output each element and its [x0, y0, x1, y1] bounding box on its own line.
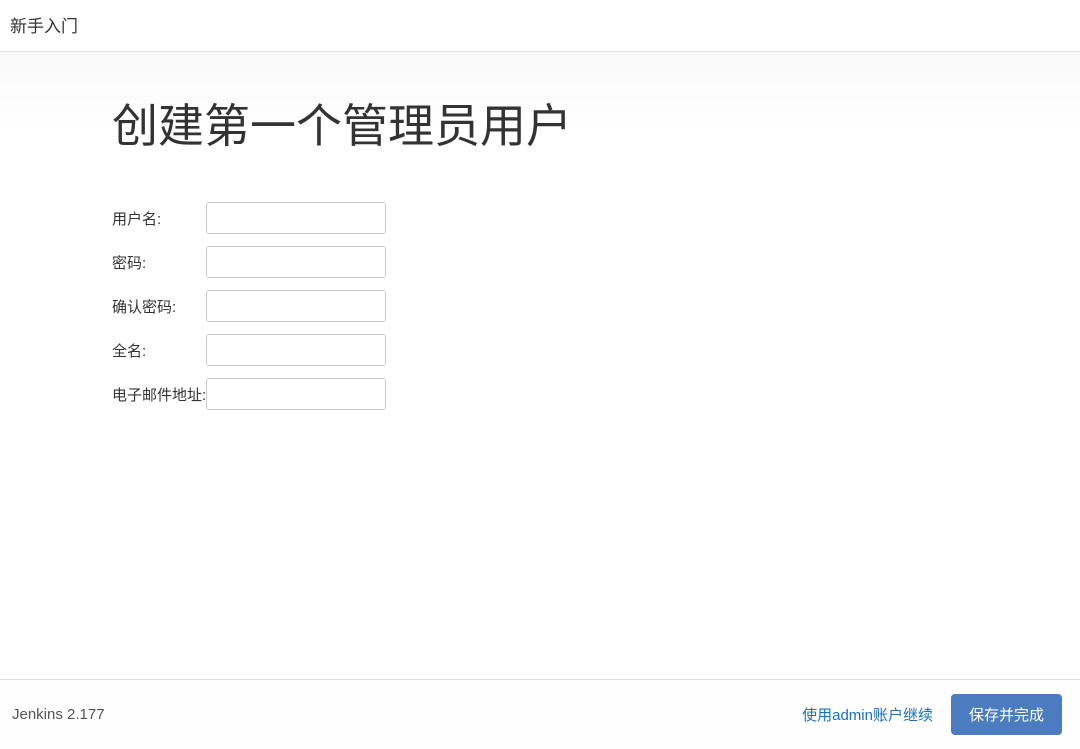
header-title: 新手入门 — [10, 17, 78, 36]
content-area: 创建第一个管理员用户 用户名: 密码: 确认密码: 全名: 电子邮件地址: — [0, 52, 1080, 679]
password-label: 密码: — [112, 246, 206, 278]
footer-actions: 使用admin账户继续 保存并完成 — [802, 694, 1062, 735]
password-input[interactable] — [206, 246, 386, 278]
confirm-password-input[interactable] — [206, 290, 386, 322]
fullname-label: 全名: — [112, 334, 206, 366]
footer-bar: Jenkins 2.177 使用admin账户继续 保存并完成 — [0, 679, 1080, 749]
email-input[interactable] — [206, 378, 386, 410]
username-label: 用户名: — [112, 202, 206, 234]
confirm-password-row: 确认密码: — [112, 290, 386, 322]
header-bar: 新手入门 — [0, 0, 1080, 52]
version-label: Jenkins 2.177 — [12, 706, 105, 723]
username-row: 用户名: — [112, 202, 386, 234]
continue-as-admin-link[interactable]: 使用admin账户继续 — [802, 704, 933, 725]
fullname-input[interactable] — [206, 334, 386, 366]
email-row: 电子邮件地址: — [112, 378, 386, 410]
page-title: 创建第一个管理员用户 — [112, 90, 1080, 156]
fullname-row: 全名: — [112, 334, 386, 366]
password-row: 密码: — [112, 246, 386, 278]
email-label: 电子邮件地址: — [112, 378, 206, 410]
username-input[interactable] — [206, 202, 386, 234]
save-and-finish-button[interactable]: 保存并完成 — [951, 694, 1062, 735]
confirm-password-label: 确认密码: — [112, 290, 206, 322]
admin-user-form: 用户名: 密码: 确认密码: 全名: 电子邮件地址: — [112, 190, 386, 422]
